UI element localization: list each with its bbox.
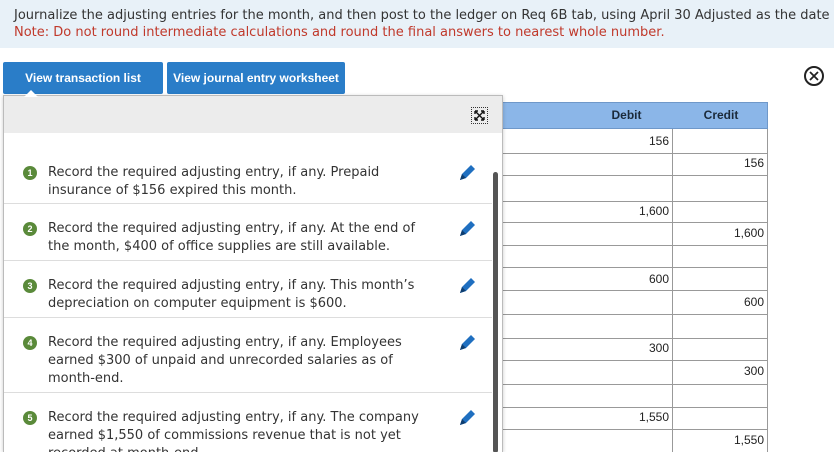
transaction-number-badge: 2 [23,222,37,236]
transaction-text: Record the required adjusting entry, if … [48,335,402,386]
transaction-number-badge: 5 [23,411,37,425]
pencil-icon[interactable] [458,409,476,427]
debit-cell[interactable]: 300 [588,341,669,355]
transaction-text: Record the required adjusting entry, if … [48,165,380,198]
transaction-text: Record the required adjusting entry, if … [48,410,419,452]
rounding-note: Note: Do not round intermediate calculat… [14,25,665,40]
debit-cell[interactable]: 156 [588,134,669,148]
transaction-item[interactable]: 1 Record the required adjusting entry, i… [4,148,492,204]
debit-header: Debit [611,108,642,122]
pencil-icon[interactable] [458,164,476,182]
close-icon[interactable] [804,66,824,86]
instructions-banner: Journalize the adjusting entries for the… [0,0,834,48]
cross-arrows-icon[interactable] [471,107,488,124]
credit-cell[interactable]: 156 [673,156,764,170]
transaction-number-badge: 1 [23,166,37,180]
transaction-list-panel: 1 Record the required adjusting entry, i… [3,95,503,452]
credit-cell[interactable]: 1,550 [673,433,764,447]
credit-header: Credit [703,108,739,122]
credit-cell[interactable]: 300 [673,364,764,378]
pencil-icon[interactable] [458,277,476,295]
transaction-text: Record the required adjusting entry, if … [48,278,415,311]
tab-pointer [24,90,38,97]
transaction-item[interactable]: 5 Record the required adjusting entry, i… [4,393,492,452]
credit-cell[interactable]: 1,600 [673,226,764,240]
transaction-item[interactable]: 2 Record the required adjusting entry, i… [4,204,492,261]
transaction-item[interactable]: 3 Record the required adjusting entry, i… [4,261,492,318]
transaction-number-badge: 3 [23,279,37,293]
credit-cell[interactable]: 600 [673,295,764,309]
ledger-header: Debit Credit [497,102,768,129]
pencil-icon[interactable] [458,220,476,238]
transaction-item[interactable]: 4 Record the required adjusting entry, i… [4,318,492,393]
debit-cell[interactable]: 1,600 [588,204,669,218]
debit-cell[interactable]: 1,550 [588,410,669,424]
instructions-text: Journalize the adjusting entries for the… [14,8,830,23]
transaction-text: Record the required adjusting entry, if … [48,221,416,254]
transaction-number-badge: 4 [23,336,37,350]
scrollbar-thumb[interactable] [493,172,498,452]
debit-cell[interactable]: 600 [588,272,669,286]
view-journal-entry-worksheet-button[interactable]: View journal entry worksheet [167,62,345,94]
panel-header [4,96,502,133]
pencil-icon[interactable] [458,334,476,352]
journal-ledger-table: Debit Credit 156 156 1,600 1,600 600 600… [497,102,768,452]
